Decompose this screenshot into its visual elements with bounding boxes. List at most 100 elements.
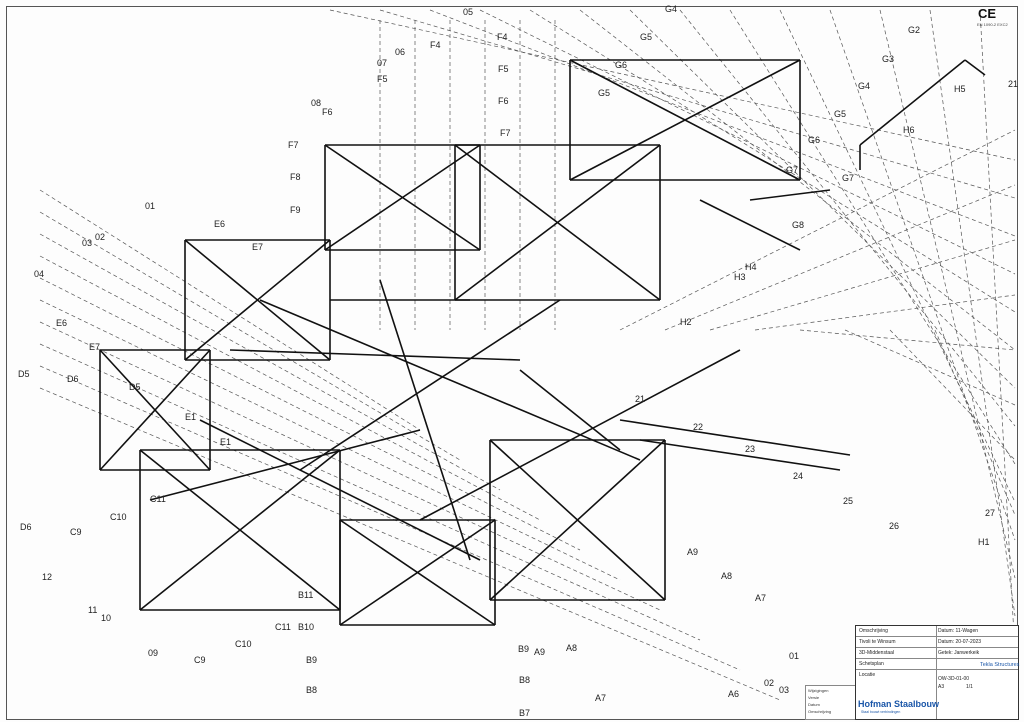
grid-label: G5 bbox=[834, 109, 846, 119]
grid-label: E6 bbox=[56, 318, 67, 328]
grid-label: F4 bbox=[430, 40, 441, 50]
grid-label: 05 bbox=[463, 7, 473, 17]
grid-line bbox=[979, 9, 1016, 655]
tekla-logo: Tekla Structures bbox=[980, 662, 1020, 668]
tb-project-label: Omschrijving bbox=[859, 628, 888, 634]
grid-label: B7 bbox=[519, 708, 530, 718]
grid-label: H1 bbox=[978, 537, 990, 547]
legend-version: Versie bbox=[808, 695, 820, 700]
grid-label: G2 bbox=[908, 25, 920, 35]
grid-label: 26 bbox=[889, 521, 899, 531]
steel-member bbox=[299, 299, 561, 471]
grid-label: A7 bbox=[755, 593, 766, 603]
grid-label: G4 bbox=[858, 81, 870, 91]
steel-member bbox=[639, 439, 841, 471]
grid-labels: 05 06 07 08 F4 F4 F5 F5 F6 F6 F7 F7 F8 F9 G4 G2 G3 G4 G5 G5… bbox=[18, 4, 1018, 718]
grid-line bbox=[39, 233, 501, 491]
grid-label: D6 bbox=[67, 374, 79, 384]
grid-label: 25 bbox=[843, 496, 853, 506]
grid-label: G5 bbox=[640, 32, 652, 42]
grid-label: E7 bbox=[89, 342, 100, 352]
grid-label: C10 bbox=[110, 512, 127, 522]
grid-label: E1 bbox=[185, 412, 196, 422]
grid-label: F5 bbox=[498, 64, 509, 74]
grid-label: H6 bbox=[903, 125, 915, 135]
grid-label: 23 bbox=[745, 444, 755, 454]
grid-line bbox=[934, 329, 1016, 516]
grid-line bbox=[754, 294, 1016, 331]
grid-label: B10 bbox=[298, 622, 314, 632]
grid-label: 01 bbox=[145, 201, 155, 211]
grid-label: H3 bbox=[734, 272, 746, 282]
grid-label: F6 bbox=[322, 107, 333, 117]
grid-label: F8 bbox=[290, 172, 301, 182]
legend-date: Datum bbox=[808, 702, 820, 707]
steel-members bbox=[99, 59, 986, 626]
grid-line bbox=[664, 184, 1016, 331]
grid-label: 27 bbox=[985, 508, 995, 518]
grid-lines bbox=[39, 9, 1016, 701]
tb-drawing-no: OW-3D-01-00 bbox=[938, 676, 970, 682]
grid-label: A9 bbox=[534, 647, 545, 657]
grid-label: B9 bbox=[306, 655, 317, 665]
tb-scale: A3 bbox=[938, 684, 945, 690]
grid-label: 08 bbox=[311, 98, 321, 108]
grid-label: B9 bbox=[518, 644, 529, 654]
grid-label: G6 bbox=[615, 60, 627, 70]
grid-label: A8 bbox=[566, 643, 577, 653]
grid-label: 01 bbox=[789, 651, 799, 661]
grid-line bbox=[879, 9, 1016, 579]
grid-line bbox=[529, 9, 1016, 313]
grid-label: 10 bbox=[101, 613, 111, 623]
grid-label: 03 bbox=[779, 685, 789, 695]
grid-label: F7 bbox=[500, 128, 511, 138]
grid-label: C9 bbox=[70, 527, 82, 537]
ce-subtext: EN 1090-2 EXC2 bbox=[977, 22, 1008, 27]
steel-member bbox=[749, 189, 831, 201]
steel-member bbox=[699, 199, 801, 251]
grid-label: 24 bbox=[793, 471, 803, 481]
ce-mark: CE bbox=[978, 6, 997, 21]
grid-label: H2 bbox=[680, 317, 692, 327]
grid-label: F4 bbox=[497, 32, 508, 42]
grid-label: B8 bbox=[306, 685, 317, 695]
grid-label: A9 bbox=[687, 547, 698, 557]
grid-label: F7 bbox=[288, 140, 299, 150]
grid-label: C9 bbox=[194, 655, 206, 665]
grid-label: G8 bbox=[792, 220, 804, 230]
grid-label: 04 bbox=[34, 269, 44, 279]
tb-sheet: 1/1 bbox=[966, 684, 973, 690]
grid-label: 12 bbox=[42, 572, 52, 582]
grid-label: H4 bbox=[745, 262, 757, 272]
grid-label: G6 bbox=[808, 135, 820, 145]
steel-member bbox=[149, 429, 421, 501]
grid-line bbox=[929, 9, 1016, 617]
grid-label: 09 bbox=[148, 648, 158, 658]
steel-member bbox=[419, 349, 741, 521]
grid-line bbox=[889, 329, 1016, 461]
grid-label: A6 bbox=[728, 689, 739, 699]
grid-line bbox=[39, 255, 541, 521]
grid-label: C11 bbox=[150, 494, 166, 504]
grid-label: D5 bbox=[129, 382, 141, 392]
grid-label: 06 bbox=[395, 47, 405, 57]
grid-label: C10 bbox=[235, 639, 252, 649]
grid-label: 07 bbox=[377, 58, 387, 68]
company-logo: Hofman Staalbouw Staal bouwt verbindinge… bbox=[858, 697, 946, 717]
grid-label: E1 bbox=[220, 437, 231, 447]
grid-label: 11 bbox=[88, 605, 97, 615]
steel-structure-drawing: 05 06 07 08 F4 F4 F5 F5 F6 F6 F7 F7 F8 F9 G4 G2 G3 G4 G5 G5… bbox=[18, 4, 1018, 718]
grid-line bbox=[709, 239, 1016, 331]
legend-desc: Omschrijving bbox=[808, 709, 832, 714]
grid-label: D5 bbox=[18, 369, 30, 379]
grid-label: E7 bbox=[252, 242, 263, 252]
grid-label: G4 bbox=[665, 4, 677, 14]
grid-label: 22 bbox=[693, 422, 703, 432]
grid-label: B11 bbox=[298, 590, 313, 600]
grid-label: G7 bbox=[842, 173, 854, 183]
tb-phase: Schetsplan bbox=[859, 661, 884, 667]
grid-label: F5 bbox=[377, 74, 388, 84]
tb-subject: 3D-Middenstaal bbox=[859, 650, 895, 656]
grid-line bbox=[39, 277, 581, 551]
grid-line bbox=[39, 189, 421, 431]
